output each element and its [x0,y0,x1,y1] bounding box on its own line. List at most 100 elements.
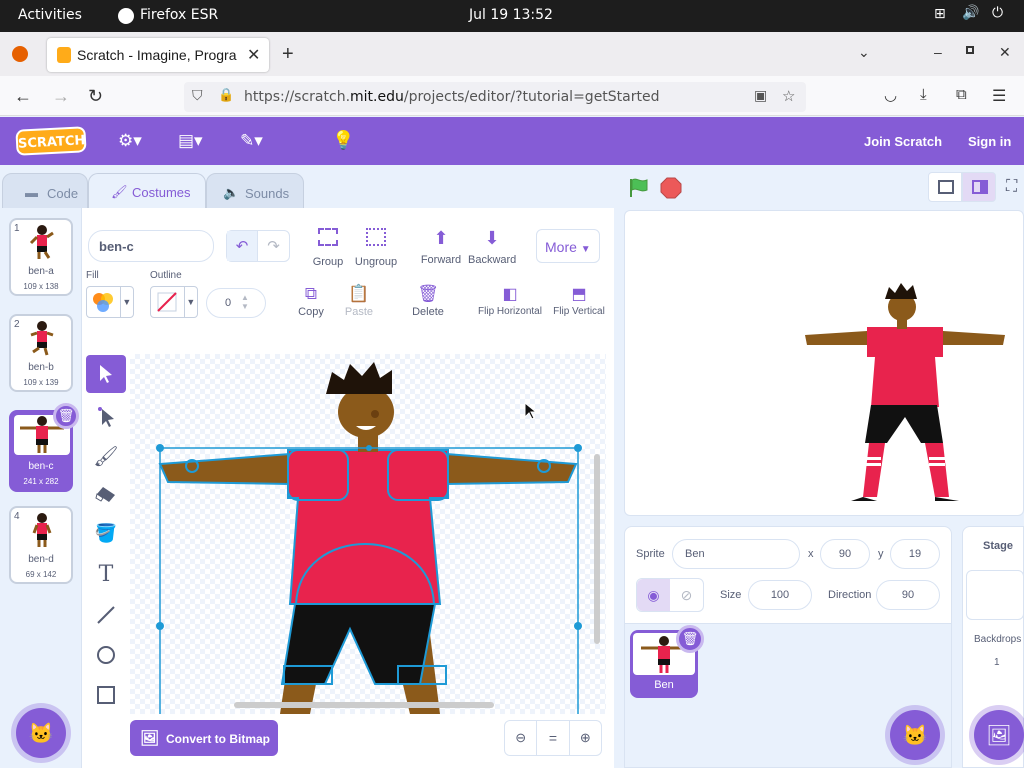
redo-icon[interactable]: ↷ [258,231,289,261]
rectangle-tool[interactable] [86,676,126,714]
show-eye-icon[interactable]: ◉ [637,579,670,611]
backward-label: Backward [468,254,517,266]
green-flag-icon[interactable] [628,177,650,199]
y-input[interactable]: 19 [890,539,940,569]
clock[interactable]: Jul 19 13:52 [469,7,553,23]
forward-icon[interactable]: → [52,86,70,107]
pocket-icon[interactable]: ◡ [884,86,897,104]
browser-tab[interactable]: Scratch - Imagine, Program ✕ [47,38,269,72]
tutorials-lightbulb-icon[interactable]: 💡 [332,130,354,151]
join-scratch-link[interactable]: Join Scratch [864,134,942,149]
costume-item[interactable]: 2 ben-b 109 x 139 [9,314,73,392]
new-tab-icon[interactable]: + [282,43,294,66]
reshape-tool[interactable] [86,397,126,435]
tab-sounds-label: Sounds [245,186,290,201]
reload-icon[interactable]: ↻ [88,86,103,107]
small-stage-button[interactable] [928,172,962,202]
stage-thumbnail[interactable] [966,570,1024,620]
tab-costumes[interactable]: 🖌 Costumes [88,173,206,209]
delete-sprite-trash-icon[interactable]: 🗑 [676,625,704,653]
extensions-icon[interactable]: ⧉ [956,86,967,103]
url-bar[interactable]: ⛉ 🔒 https://scratch.mit.edu/projects/edi… [184,82,806,112]
reader-view-icon[interactable]: ▣ [754,88,767,104]
delete-label: Delete [412,306,444,318]
costume-index: 4 [14,511,20,522]
sprite-name-input[interactable]: Ben [672,539,800,569]
x-input[interactable]: 90 [820,539,870,569]
costume-name-input[interactable]: ben-c [88,230,214,262]
costume-item[interactable]: 4 ben-d 69 x 142 [9,506,73,584]
line-tool[interactable] [86,596,126,634]
activities-button[interactable]: Activities [18,7,82,23]
forward-label: Forward [420,254,462,266]
back-icon[interactable]: ← [14,86,32,107]
sign-in-link[interactable]: Sign in [968,134,1011,149]
choose-costume-button[interactable]: 🐱 [16,708,66,758]
hide-eye-icon[interactable]: ⊘ [670,579,703,611]
zoom-in-icon[interactable]: ⊕ [570,721,601,755]
tab-code[interactable]: ▬ Code [2,173,88,209]
backdrops-count: 1 [994,657,1000,668]
close-tab-icon[interactable]: ✕ [247,45,260,65]
scratch-logo[interactable]: SCRATCH [15,126,87,156]
eraser-tool[interactable] [86,475,126,513]
firefox-view-icon[interactable] [12,46,28,62]
choose-sprite-button[interactable]: 🐱 [890,710,940,760]
backward-button[interactable]: ⬇ Backward [468,228,516,266]
power-icon[interactable]: ⏻ [992,5,1003,21]
ungroup-button[interactable]: Ungroup [354,228,398,268]
convert-to-bitmap-button[interactable]: 🖼 Convert to Bitmap [130,720,278,756]
brush-tool[interactable]: 🖌 [86,437,126,475]
stage[interactable] [624,210,1024,516]
stop-sign-icon[interactable] [660,177,682,199]
size-input[interactable]: 100 [748,580,812,610]
settings-gear-icon[interactable]: ⚙▾ [118,131,142,151]
close-window-icon[interactable]: ✕ [999,44,1011,61]
group-button[interactable]: Group [308,228,348,268]
circle-tool[interactable] [86,636,126,674]
copy-button[interactable]: ⧉ Copy [292,284,330,318]
text-tool[interactable]: T [86,555,126,593]
ungroup-icon [366,228,386,246]
fullscreen-icon[interactable]: ⛶ [1006,178,1017,196]
fill-color-picker[interactable]: ▼ [86,286,134,318]
outline-width-input[interactable]: 0 ▲ ▼ [206,288,266,318]
group-icon [318,228,338,246]
costume-list: 1 ben-a 109 x 138 2 ben-b 109 x 139 3 be… [0,208,82,768]
zoom-out-icon[interactable]: ⊖ [505,721,538,755]
app-name[interactable]: Firefox ESR [140,7,218,23]
flip-vertical-button[interactable]: ⬒ Flip Vertical [550,284,608,317]
list-tabs-chevron-icon[interactable]: ⌄ [858,44,870,61]
tab-sounds[interactable]: 🔈 Sounds [206,173,304,209]
undo-icon[interactable]: ↶ [227,231,259,261]
costume-item[interactable]: 1 ben-a 109 x 138 [9,218,73,296]
edit-menu-icon[interactable]: ✎▾ [240,131,263,151]
code-blocks-icon: ▬ [25,185,38,200]
stepper-icon[interactable]: ▲ ▼ [241,293,249,311]
downloads-icon[interactable]: ⤓ [920,86,927,103]
large-stage-button[interactable] [962,172,996,202]
forward-arrow-icon: ⬆ [433,228,449,248]
shield-icon[interactable]: ⛉ [192,88,203,104]
bookmark-star-icon[interactable]: ☆ [782,87,795,105]
outline-color-picker[interactable]: ▼ [150,286,198,318]
zoom-reset-button[interactable]: = [537,721,570,755]
network-icon[interactable]: ⊞ [934,6,946,22]
forward-button[interactable]: ⬆ Forward [420,228,462,266]
flip-horizontal-button[interactable]: ◧ Flip Horizontal [474,284,546,317]
paste-button[interactable]: 📋 Paste [340,284,378,318]
maximize-icon[interactable] [966,46,974,54]
delete-costume-trash-icon[interactable]: 🗑 [53,403,79,429]
direction-input[interactable]: 90 [876,580,940,610]
sprite-label: Sprite [636,548,665,560]
delete-button[interactable]: 🗑 Delete [408,284,448,318]
choose-backdrop-button[interactable]: 🖼 [974,710,1024,760]
app-menu-icon[interactable]: ☰ [992,86,1006,106]
file-menu-icon[interactable]: ▤▾ [178,131,203,151]
fill-tool[interactable]: 🪣 [86,514,126,552]
select-tool[interactable] [86,355,126,393]
lock-icon[interactable]: 🔒 [218,88,234,103]
volume-icon[interactable]: 🔊 [962,5,979,21]
minimize-icon[interactable]: – [934,44,942,60]
more-dropdown[interactable]: More ▼ [536,229,600,263]
